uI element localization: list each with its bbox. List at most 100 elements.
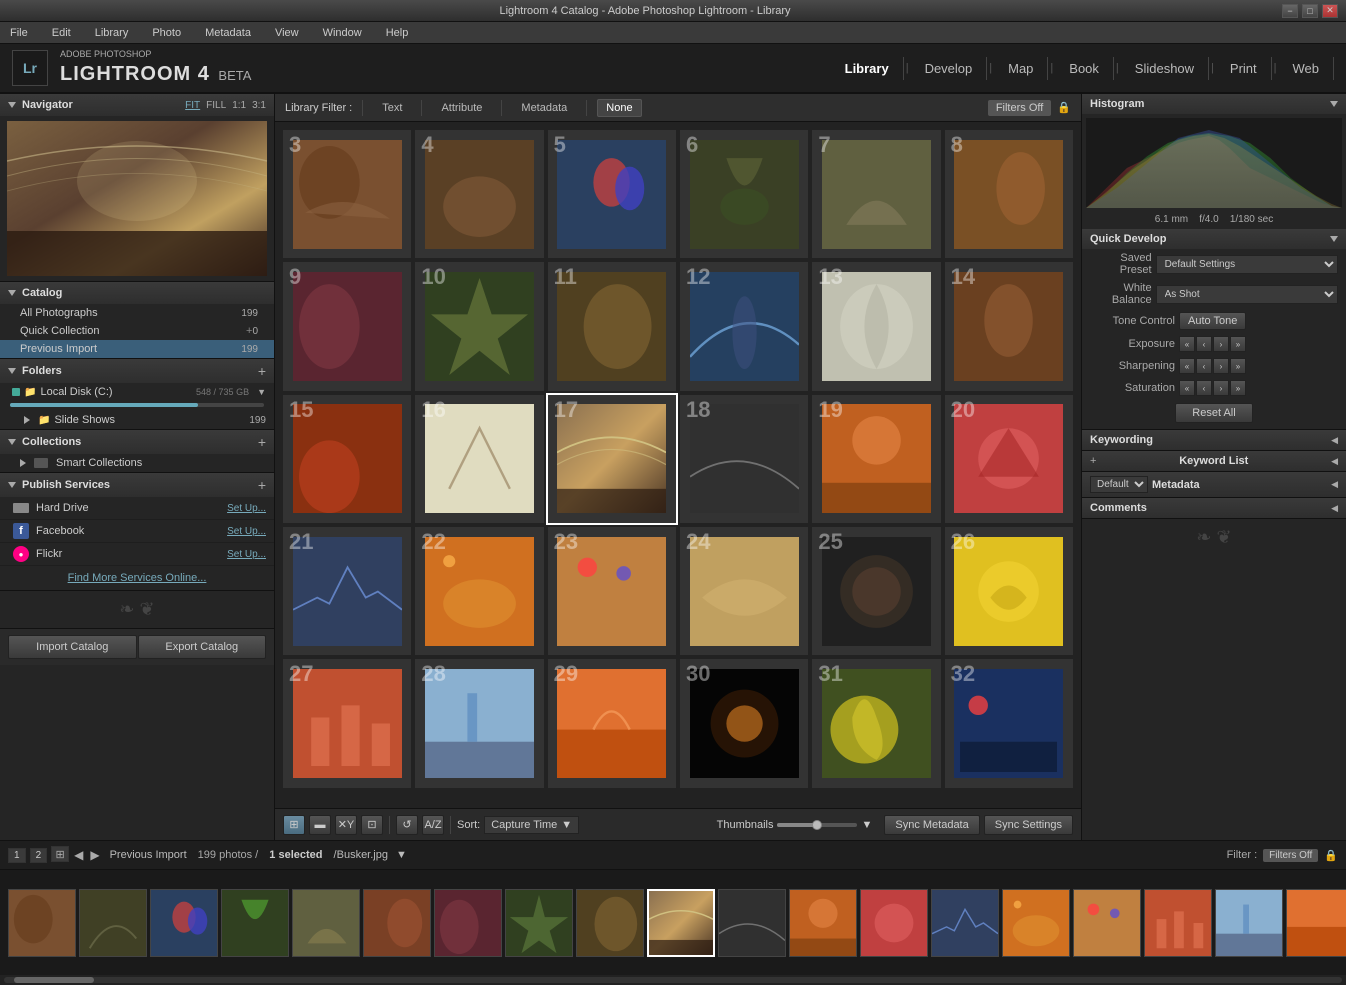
qd-sharp-r[interactable]: ›	[1213, 358, 1229, 374]
menu-library[interactable]: Library	[89, 25, 135, 41]
grid-cell-7[interactable]: 9	[283, 262, 411, 390]
grid-cell-6[interactable]: 8	[945, 130, 1073, 258]
grid-cell-10[interactable]: 12	[680, 262, 808, 390]
filter-metadata-btn[interactable]: Metadata	[512, 99, 576, 117]
metadata-header[interactable]: Default Metadata ◀	[1082, 472, 1346, 497]
grid-cell-13[interactable]: 15	[283, 395, 411, 523]
find-more-services[interactable]: Find More Services Online...	[0, 566, 274, 590]
navigator-header[interactable]: Navigator FIT FILL 1:1 3:1	[0, 94, 274, 116]
photo-grid[interactable]: 3 4 5 6	[275, 122, 1081, 808]
qd-reset-all-button[interactable]: Reset All	[1175, 403, 1252, 423]
grid-cell-23[interactable]: 25	[812, 527, 940, 655]
filter-attribute-btn[interactable]: Attribute	[432, 99, 491, 117]
grid-cell-11[interactable]: 13	[812, 262, 940, 390]
catalog-header[interactable]: Catalog	[0, 282, 274, 304]
tab-print[interactable]: Print	[1216, 57, 1272, 80]
qd-white-balance-select[interactable]: As Shot	[1156, 285, 1338, 304]
grid-cell-16[interactable]: 18	[680, 395, 808, 523]
histogram-header[interactable]: Histogram	[1082, 94, 1346, 114]
grid-cell-24[interactable]: 26	[945, 527, 1073, 655]
collection-smart[interactable]: Smart Collections	[0, 454, 274, 472]
grid-cell-20[interactable]: 22	[415, 527, 543, 655]
view-survey-button[interactable]: ⊡	[361, 815, 383, 835]
view-loupe-button[interactable]: ▬	[309, 815, 331, 835]
qd-sharp-l[interactable]: ‹	[1196, 358, 1212, 374]
close-button[interactable]: ✕	[1322, 4, 1338, 18]
thumb-dropdown-icon[interactable]: ▼	[861, 819, 872, 831]
qd-exposure-right[interactable]: ›	[1213, 336, 1229, 352]
rotate-left-button[interactable]: ↺	[396, 815, 418, 835]
comments-header[interactable]: Comments ◀	[1082, 498, 1346, 518]
maximize-button[interactable]: □	[1302, 4, 1318, 18]
minimize-button[interactable]: −	[1282, 4, 1298, 18]
collections-header[interactable]: Collections +	[0, 430, 274, 454]
grid-cell-9[interactable]: 11	[548, 262, 676, 390]
catalog-previous-import[interactable]: Previous Import 199	[0, 340, 274, 358]
folder-expand-icon[interactable]	[24, 416, 30, 424]
grid-cell-8[interactable]: 10	[415, 262, 543, 390]
menu-file[interactable]: File	[4, 25, 34, 41]
navigator-preview[interactable]	[7, 121, 267, 276]
tab-map[interactable]: Map	[994, 57, 1048, 80]
zoom-fit[interactable]: FIT	[185, 100, 200, 111]
filters-off-button[interactable]: Filters Off	[988, 100, 1051, 116]
export-catalog-button[interactable]: Export Catalog	[138, 635, 267, 659]
qd-sharp-rr[interactable]: »	[1230, 358, 1246, 374]
film-thumb-9[interactable]	[576, 889, 644, 957]
facebook-setup[interactable]: Set Up...	[227, 526, 266, 537]
zoom-3to1[interactable]: 3:1	[252, 100, 266, 111]
grid-cell-4[interactable]: 6	[680, 130, 808, 258]
grid-cell-29[interactable]: 31	[812, 659, 940, 787]
filter-none-btn[interactable]: None	[597, 99, 641, 117]
film-thumb-12[interactable]	[789, 889, 857, 957]
zoom-1to1[interactable]: 1:1	[232, 100, 246, 111]
filmstrip-page-2[interactable]: 2	[30, 848, 48, 863]
film-thumb-14[interactable]	[931, 889, 999, 957]
grid-cell-28[interactable]: 30	[680, 659, 808, 787]
filmstrip-next-button[interactable]: ▶	[88, 846, 101, 864]
view-grid-button[interactable]: ⊞	[283, 815, 305, 835]
qd-sat-r[interactable]: ›	[1213, 380, 1229, 396]
film-thumb-18[interactable]	[1215, 889, 1283, 957]
film-thumb-15[interactable]	[1002, 889, 1070, 957]
grid-cell-30[interactable]: 32	[945, 659, 1073, 787]
catalog-all-photographs[interactable]: All Photographs 199	[0, 304, 274, 322]
catalog-quick-collection[interactable]: Quick Collection + 0	[0, 322, 274, 340]
publish-flickr[interactable]: ● Flickr Set Up...	[0, 543, 274, 566]
qd-sharpening-arrows[interactable]: « ‹ › »	[1179, 358, 1246, 374]
filmstrip-prev-button[interactable]: ◀	[72, 846, 85, 864]
metadata-preset-select[interactable]: Default	[1090, 476, 1148, 493]
qd-sat-rr[interactable]: »	[1230, 380, 1246, 396]
qd-saturation-arrows[interactable]: « ‹ › »	[1179, 380, 1246, 396]
navigator-zoom-controls[interactable]: FIT FILL 1:1 3:1	[185, 100, 266, 111]
disk-dropdown[interactable]: ▼	[257, 387, 266, 397]
film-thumb-10-selected[interactable]	[647, 889, 715, 957]
publish-header[interactable]: Publish Services +	[0, 473, 274, 497]
film-thumb-3[interactable]	[150, 889, 218, 957]
publish-hard-drive[interactable]: Hard Drive Set Up...	[0, 497, 274, 520]
filmstrip-multi-icon[interactable]: ⊞	[51, 846, 69, 862]
window-controls[interactable]: − □ ✕	[1282, 4, 1338, 18]
folders-header[interactable]: Folders +	[0, 359, 274, 383]
film-thumb-2[interactable]	[79, 889, 147, 957]
grid-cell-14[interactable]: 16	[415, 395, 543, 523]
publish-facebook[interactable]: f Facebook Set Up...	[0, 520, 274, 543]
qd-exposure-left-left[interactable]: «	[1179, 336, 1195, 352]
grid-cell-22[interactable]: 24	[680, 527, 808, 655]
grid-cell-26[interactable]: 28	[415, 659, 543, 787]
keyword-list-add[interactable]: +	[1090, 455, 1096, 467]
film-thumb-13[interactable]	[860, 889, 928, 957]
hard-drive-setup[interactable]: Set Up...	[227, 503, 266, 514]
zoom-fill[interactable]: FILL	[206, 100, 226, 111]
film-thumb-7[interactable]	[434, 889, 502, 957]
filmstrip[interactable]: ›	[0, 870, 1346, 975]
scroll-track[interactable]	[4, 977, 1342, 983]
qd-exposure-arrows[interactable]: « ‹ › »	[1179, 336, 1246, 352]
publish-add-button[interactable]: +	[258, 478, 266, 492]
filter-lock-icon[interactable]: 🔒	[1057, 101, 1071, 114]
sort-dropdown[interactable]: Capture Time ▼	[484, 816, 579, 834]
filter-text-btn[interactable]: Text	[373, 99, 411, 117]
grid-cell-17[interactable]: 19	[812, 395, 940, 523]
keyword-list-header[interactable]: + Keyword List ◀	[1082, 451, 1346, 471]
film-thumb-8[interactable]	[505, 889, 573, 957]
